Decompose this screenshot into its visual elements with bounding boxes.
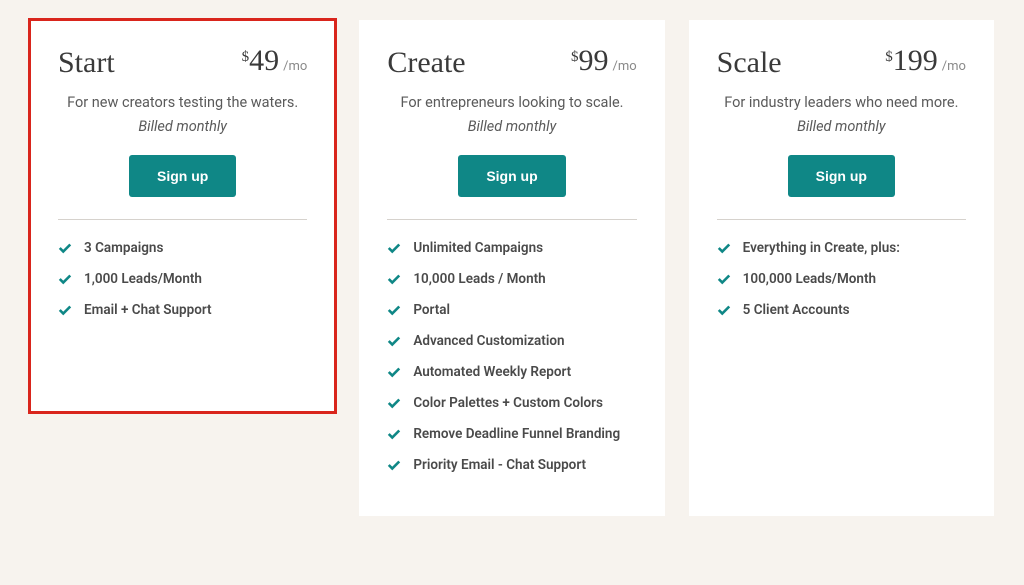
plan-description: For industry leaders who need more. [717, 92, 966, 114]
signup-button[interactable]: Sign up [129, 155, 236, 197]
feature-text: Everything in Create, plus: [743, 240, 900, 256]
plan-header: Start $ 49 /mo [58, 48, 307, 78]
divider [387, 219, 636, 220]
plan-price: $ 49 /mo [242, 46, 308, 76]
plan-create: Create $ 99 /mo For entrepreneurs lookin… [359, 20, 664, 516]
feature-item: 100,000 Leads/Month [717, 271, 966, 287]
check-icon [387, 241, 401, 255]
feature-item: Unlimited Campaigns [387, 240, 636, 256]
check-icon [717, 272, 731, 286]
plan-description: For entrepreneurs looking to scale. [387, 92, 636, 114]
signup-button[interactable]: Sign up [458, 155, 565, 197]
feature-item: Email + Chat Support [58, 302, 307, 318]
feature-text: 1,000 Leads/Month [84, 271, 202, 287]
currency-symbol: $ [242, 49, 250, 66]
feature-list: Everything in Create, plus: 100,000 Lead… [717, 240, 966, 318]
plan-start: Start $ 49 /mo For new creators testing … [30, 20, 335, 412]
check-icon [717, 241, 731, 255]
feature-text: 5 Client Accounts [743, 302, 850, 318]
check-icon [387, 272, 401, 286]
check-icon [387, 334, 401, 348]
feature-text: Email + Chat Support [84, 302, 212, 318]
plan-price: $ 99 /mo [571, 46, 637, 76]
feature-list: Unlimited Campaigns 10,000 Leads / Month… [387, 240, 636, 473]
price-value: 199 [893, 46, 938, 76]
plan-scale: Scale $ 199 /mo For industry leaders who… [689, 20, 994, 516]
price-interval: /mo [283, 59, 307, 74]
feature-item: Portal [387, 302, 636, 318]
feature-text: Remove Deadline Funnel Branding [413, 426, 620, 442]
plan-name: Scale [717, 48, 782, 78]
price-interval: /mo [612, 59, 636, 74]
feature-text: Color Palettes + Custom Colors [413, 395, 603, 411]
plan-name: Create [387, 48, 465, 78]
feature-item: Everything in Create, plus: [717, 240, 966, 256]
plan-name: Start [58, 48, 115, 78]
check-icon [387, 458, 401, 472]
feature-text: Automated Weekly Report [413, 364, 571, 380]
currency-symbol: $ [571, 49, 579, 66]
plan-header: Create $ 99 /mo [387, 48, 636, 78]
check-icon [717, 303, 731, 317]
divider [717, 219, 966, 220]
feature-item: 5 Client Accounts [717, 302, 966, 318]
feature-item: Priority Email - Chat Support [387, 457, 636, 473]
check-icon [58, 303, 72, 317]
pricing-plans: Start $ 49 /mo For new creators testing … [30, 20, 994, 516]
plan-billing: Billed monthly [58, 118, 307, 135]
check-icon [387, 396, 401, 410]
price-value: 99 [578, 46, 608, 76]
check-icon [58, 241, 72, 255]
price-value: 49 [249, 46, 279, 76]
signup-button[interactable]: Sign up [788, 155, 895, 197]
feature-list: 3 Campaigns 1,000 Leads/Month Email + Ch… [58, 240, 307, 318]
feature-item: Advanced Customization [387, 333, 636, 349]
feature-text: 3 Campaigns [84, 240, 163, 256]
feature-text: Unlimited Campaigns [413, 240, 543, 256]
feature-text: 100,000 Leads/Month [743, 271, 876, 287]
check-icon [387, 303, 401, 317]
feature-text: Priority Email - Chat Support [413, 457, 586, 473]
price-interval: /mo [942, 59, 966, 74]
feature-text: Advanced Customization [413, 333, 564, 349]
feature-item: 1,000 Leads/Month [58, 271, 307, 287]
plan-price: $ 199 /mo [885, 46, 966, 76]
divider [58, 219, 307, 220]
feature-item: Remove Deadline Funnel Branding [387, 426, 636, 442]
feature-item: 10,000 Leads / Month [387, 271, 636, 287]
feature-text: Portal [413, 302, 450, 318]
plan-header: Scale $ 199 /mo [717, 48, 966, 78]
feature-item: 3 Campaigns [58, 240, 307, 256]
feature-item: Automated Weekly Report [387, 364, 636, 380]
check-icon [387, 365, 401, 379]
feature-text: 10,000 Leads / Month [413, 271, 545, 287]
check-icon [58, 272, 72, 286]
plan-description: For new creators testing the waters. [58, 92, 307, 114]
plan-billing: Billed monthly [387, 118, 636, 135]
currency-symbol: $ [885, 49, 893, 66]
plan-billing: Billed monthly [717, 118, 966, 135]
feature-item: Color Palettes + Custom Colors [387, 395, 636, 411]
check-icon [387, 427, 401, 441]
